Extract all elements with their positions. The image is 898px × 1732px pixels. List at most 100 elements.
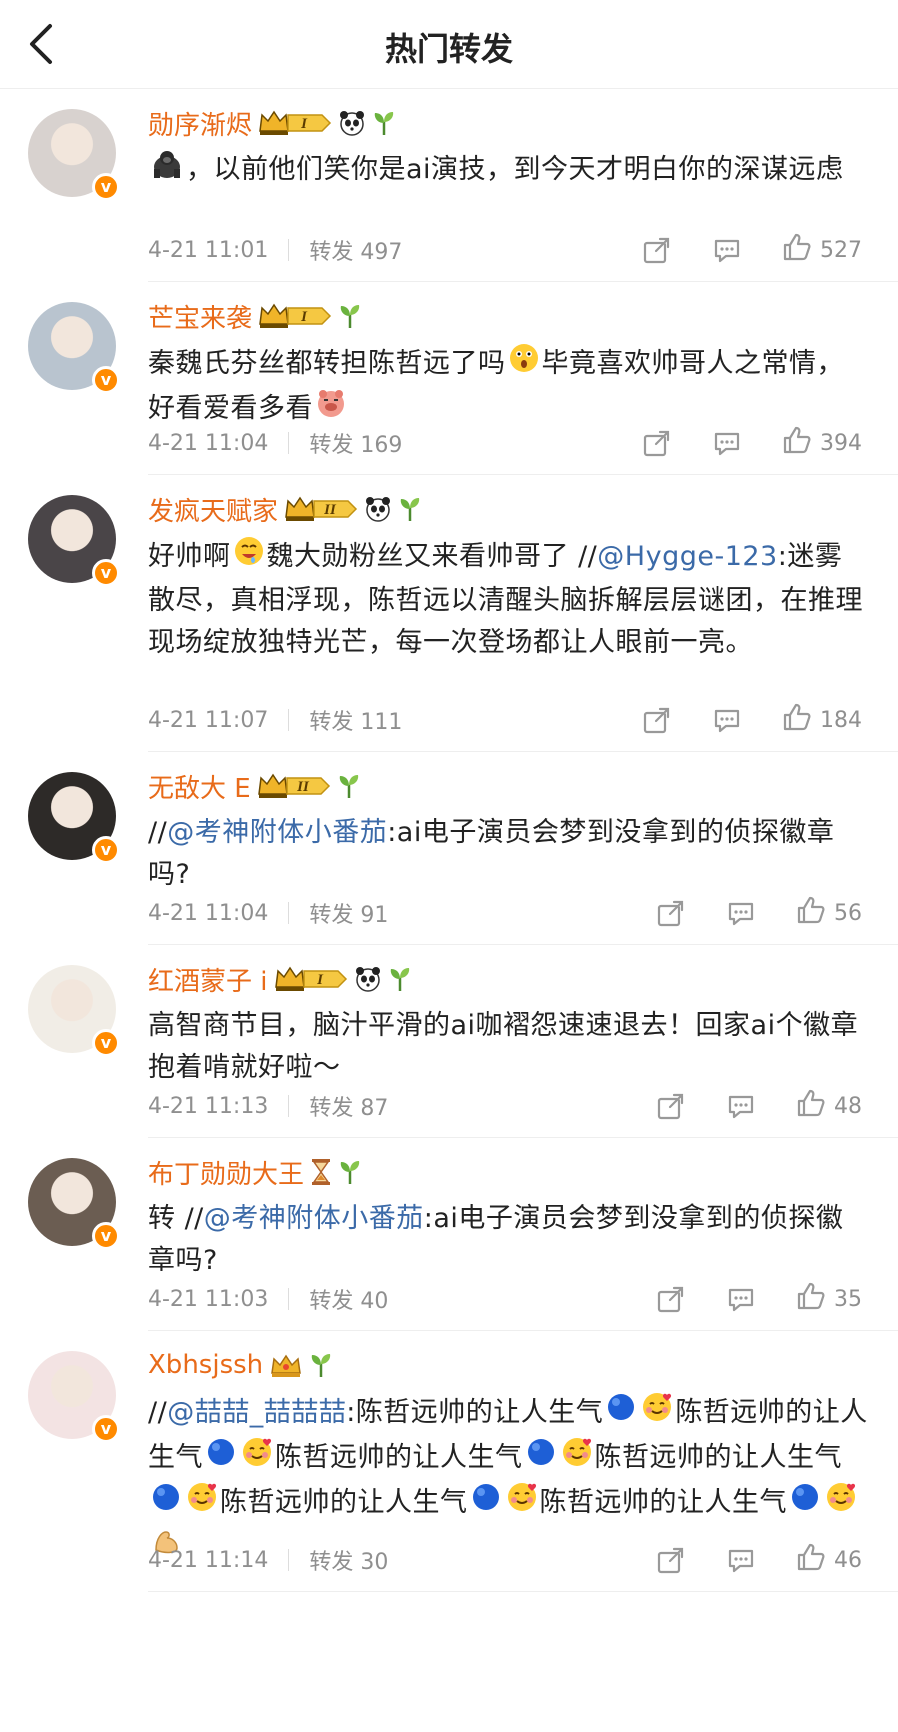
like-count: 394: [820, 430, 862, 456]
name-row: 布丁勋勋大王: [148, 1138, 898, 1190]
thumbs-up-icon: [782, 702, 812, 738]
drool-emoji-icon: [233, 535, 265, 580]
avatar[interactable]: v: [28, 1351, 120, 1443]
text-segment: 高智商节目，脑汁平滑的ai咖褶怨速速退去！回家ai个徽章抱着啃就好啦～: [148, 1010, 859, 1083]
mention-link[interactable]: @考神附体小番茄: [167, 817, 387, 848]
meta-row: 4-21 11:07 转发 111 184: [148, 689, 898, 751]
like-button[interactable]: 527: [782, 232, 862, 268]
love-emoji-icon: [561, 1436, 593, 1481]
meta-row: 4-21 11:01 转发 497 527: [148, 219, 898, 281]
divider: [288, 1288, 290, 1310]
divider: [288, 902, 290, 924]
member-level-icon: I: [258, 302, 332, 330]
sprout-icon: [398, 495, 422, 523]
hourglass-icon: [310, 1158, 332, 1186]
repost-text: 好帅啊 魏大勋粉丝又来看帅哥了 //@Hygge-123:迷雾散尽，真相浮现，陈哲…: [148, 535, 898, 664]
share-icon[interactable]: [656, 898, 686, 928]
avatar[interactable]: v: [28, 772, 120, 864]
like-button[interactable]: 48: [796, 1088, 862, 1124]
sprout-icon: [338, 302, 362, 330]
svg-text:II: II: [296, 779, 310, 795]
timestamp: 4-21 11:14: [148, 1547, 269, 1573]
comment-icon[interactable]: [726, 898, 756, 928]
like-button[interactable]: 184: [782, 702, 862, 738]
username[interactable]: 红酒蒙子 i: [148, 961, 268, 998]
avatar[interactable]: v: [28, 302, 120, 394]
username[interactable]: 无敌大 E: [148, 768, 251, 805]
comment-icon[interactable]: [712, 705, 742, 735]
like-button[interactable]: 35: [796, 1281, 862, 1317]
timestamp: 4-21 11:13: [148, 1093, 269, 1119]
mention-link[interactable]: @喆喆_喆喆喆: [167, 1397, 346, 1428]
action-bar: 46: [656, 1542, 862, 1578]
shock-emoji-icon: [508, 342, 540, 387]
avatar[interactable]: v: [28, 1158, 120, 1250]
username[interactable]: 发疯天赋家: [148, 491, 278, 528]
comment-icon[interactable]: [712, 428, 742, 458]
blue-emoji-icon: [205, 1436, 237, 1481]
share-icon[interactable]: [642, 428, 672, 458]
repost-item: v 布丁勋勋大王转 //@考神附体小番茄:ai电子演员会梦到没拿到的侦探徽章吗? 4…: [28, 1138, 898, 1331]
mention-link[interactable]: @考神附体小番茄: [204, 1203, 424, 1234]
repost-count: 转发 91: [309, 903, 389, 928]
like-button[interactable]: 46: [796, 1542, 862, 1578]
verified-badge-icon: v: [92, 559, 120, 587]
avatar[interactable]: v: [28, 965, 120, 1057]
timestamp: 4-21 11:01: [148, 237, 269, 263]
repost-count: 转发 87: [309, 1096, 389, 1121]
blue-emoji-icon: [789, 1481, 821, 1526]
like-count: 35: [834, 1286, 862, 1312]
repost-item: v 勋序渐烬 I ，以前他们笑你是ai演技，到今天才明白你的深谋远虑 4-21 11:0…: [28, 89, 898, 282]
text-segment: //: [148, 817, 168, 848]
blue-emoji-icon: [470, 1481, 502, 1526]
like-count: 184: [820, 707, 862, 733]
sprout-icon: [372, 109, 396, 137]
repost-count: 转发 111: [309, 710, 403, 735]
repost-count: 转发 169: [309, 433, 403, 458]
share-icon[interactable]: [642, 235, 672, 265]
timestamp: 4-21 11:04: [148, 430, 269, 456]
sprout-icon: [309, 1351, 333, 1379]
text-segment: //: [148, 1397, 168, 1428]
share-icon[interactable]: [656, 1284, 686, 1314]
love-emoji-icon: [641, 1391, 673, 1436]
repost-item: v Xbhsjssh//@喆喆_喆喆喆:陈哲远帅的让人生气 陈哲远帅的让人生气 陈哲远…: [28, 1331, 898, 1592]
top-bar: 热门转发: [0, 0, 898, 89]
thumbs-up-icon: [796, 895, 826, 931]
username[interactable]: Xbhsjssh: [148, 1350, 263, 1380]
panda-icon: [338, 109, 366, 137]
verified-badge-icon: v: [92, 1415, 120, 1443]
like-button[interactable]: 394: [782, 425, 862, 461]
comment-icon[interactable]: [726, 1091, 756, 1121]
mention-link[interactable]: @Hygge-123: [597, 541, 777, 572]
member-level-icon: II: [284, 495, 358, 523]
action-bar: 56: [656, 895, 862, 931]
svg-text:II: II: [323, 502, 337, 518]
blue-emoji-icon: [150, 1481, 182, 1526]
comment-icon[interactable]: [726, 1545, 756, 1575]
share-icon[interactable]: [656, 1091, 686, 1121]
text-segment: 陈哲远帅的让人生气: [275, 1442, 523, 1473]
repost-text: ，以前他们笑你是ai演技，到今天才明白你的深谋远虑: [148, 149, 898, 192]
love-emoji-icon: [825, 1481, 857, 1526]
crown-small-icon: [269, 1351, 303, 1379]
share-icon[interactable]: [642, 705, 672, 735]
verified-badge-icon: v: [92, 366, 120, 394]
comment-icon[interactable]: [712, 235, 742, 265]
avatar[interactable]: v: [28, 495, 120, 587]
like-button[interactable]: 56: [796, 895, 862, 931]
divider: [288, 709, 290, 731]
share-icon[interactable]: [656, 1545, 686, 1575]
comment-icon[interactable]: [726, 1284, 756, 1314]
name-row: 勋序渐烬 I: [148, 89, 898, 141]
love-emoji-icon: [506, 1481, 538, 1526]
text-segment: ，以前他们笑你是ai演技，到今天才明白你的深谋远虑: [186, 154, 844, 185]
repost-count: 转发 40: [309, 1289, 389, 1314]
repost-item: v 发疯天赋家 II 好帅啊 魏大勋粉丝又来看帅哥了 //@Hygge-123:迷雾散尽…: [28, 475, 898, 752]
username[interactable]: 勋序渐烬: [148, 105, 252, 142]
username[interactable]: 芒宝来袭: [148, 298, 252, 335]
member-level-icon: I: [274, 965, 348, 993]
username[interactable]: 布丁勋勋大王: [148, 1154, 304, 1191]
meta-row: 4-21 11:04 转发 91 56: [148, 882, 898, 944]
avatar[interactable]: v: [28, 109, 120, 201]
